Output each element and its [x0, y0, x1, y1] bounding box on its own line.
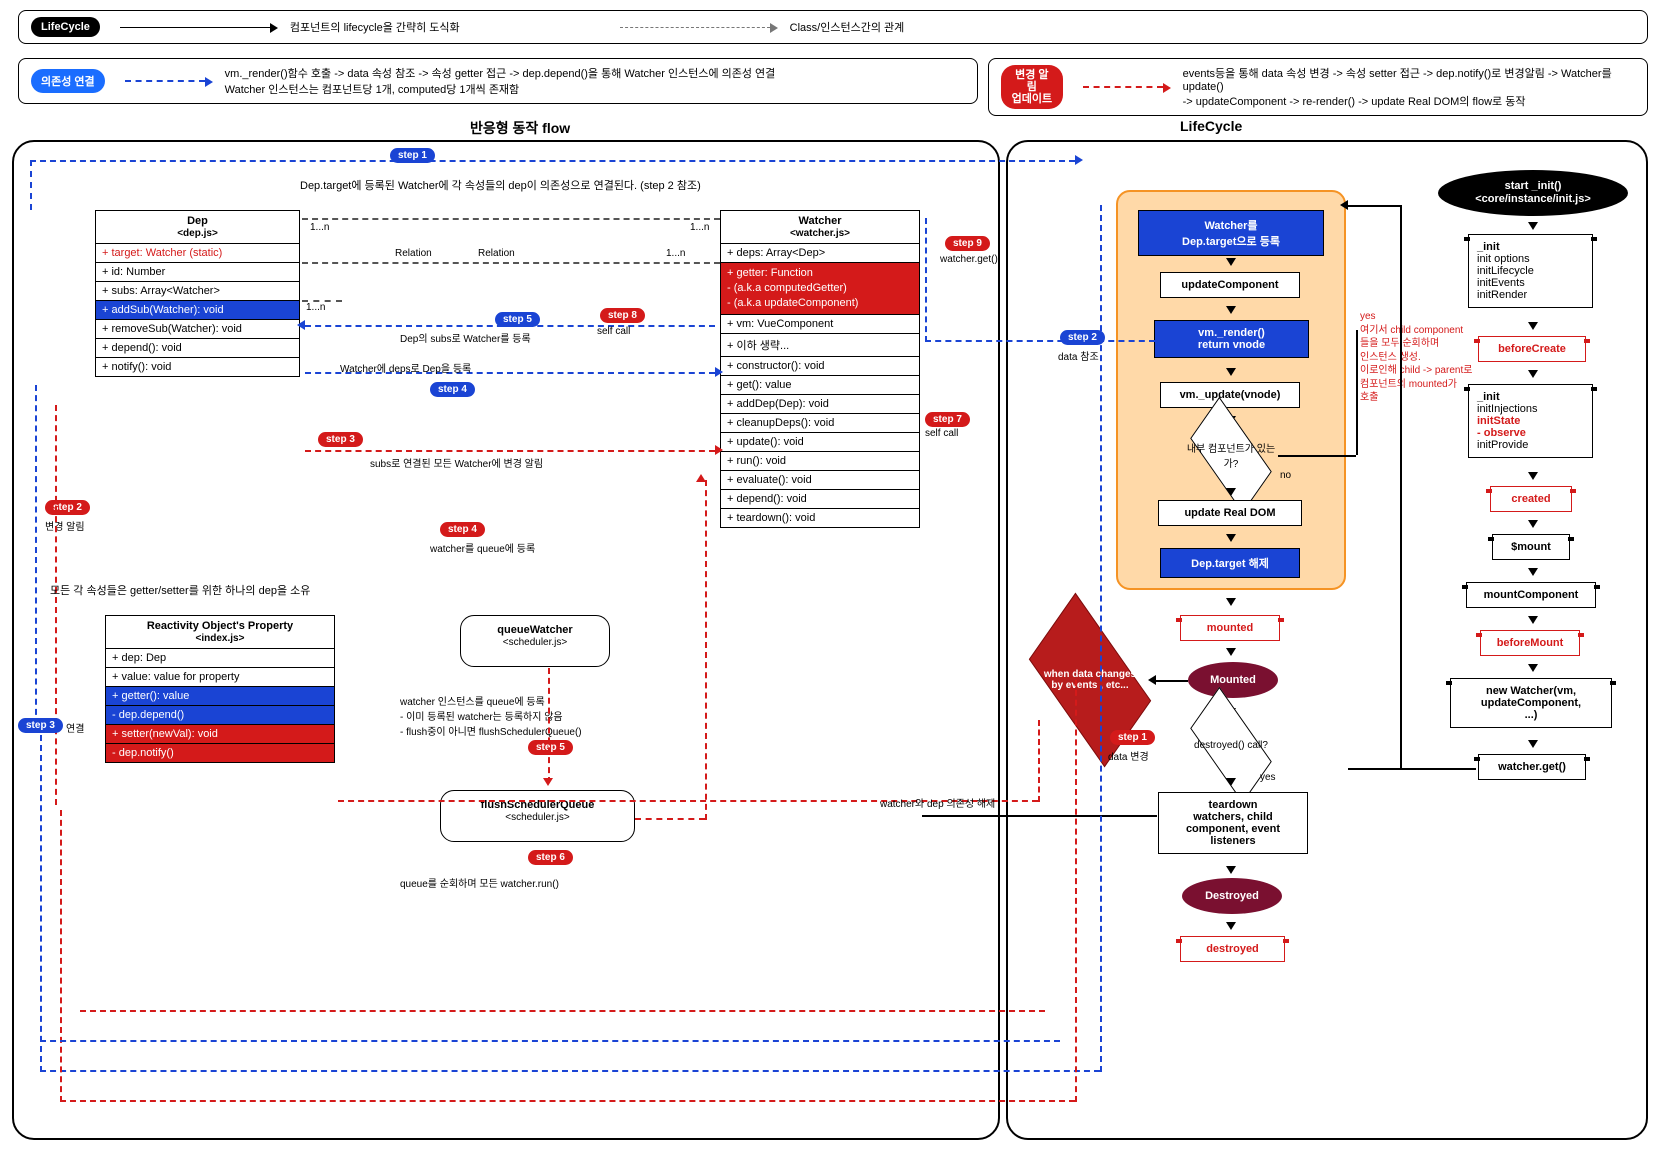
- lc-yes: yes: [1260, 772, 1276, 783]
- step3-note: 연결: [66, 720, 84, 735]
- lc-mount: $mount: [1492, 534, 1570, 560]
- lc-mountComponent: mountComponent: [1466, 582, 1596, 608]
- step4-badge: step 4: [430, 382, 475, 397]
- lc-uc: updateComponent: [1160, 272, 1300, 298]
- lc-real: update Real DOM: [1158, 500, 1302, 526]
- one-n-2: 1...n: [690, 222, 709, 233]
- dashed-arrow-icon: [620, 27, 770, 28]
- lifecycle-pill: LifeCycle: [31, 17, 100, 37]
- queue-notes: watcher 인스턴스를 queue에 등록- 이미 등록된 watcher는…: [400, 680, 582, 740]
- lc-teardown: teardown watchers, child component, even…: [1158, 792, 1308, 854]
- queue-watcher: queueWatcher<scheduler.js>: [460, 615, 610, 667]
- solid-arrow-icon: [120, 27, 270, 28]
- rstep1-badge: step 1: [1110, 730, 1155, 745]
- step2-right-note: data 참조: [1058, 348, 1099, 363]
- dep-pill: 의존성 연결: [31, 69, 105, 93]
- lc-release: Dep.target 해제: [1160, 548, 1300, 578]
- rstep5-badge: step 5: [528, 740, 573, 755]
- legend-row3: 변경 알림 업데이트 events등을 통해 data 속성 변경 -> 속성 …: [988, 58, 1648, 116]
- lc-newWatcher: new Watcher(vm, updateComponent, ...): [1450, 678, 1612, 728]
- own-note: 모든 각 속성들은 getter/setter를 위한 하나의 dep을 소유: [50, 582, 390, 598]
- step8-note: self call: [597, 326, 630, 337]
- legend-upd-text: events등을 통해 data 속성 변경 -> 속성 setter 접근 -…: [1183, 65, 1635, 109]
- rstep3-badge: step 3: [318, 432, 363, 447]
- rstep6-badge: step 6: [528, 850, 573, 865]
- lc-destroyed-label: destroyed: [1180, 936, 1285, 962]
- step2-right-badge: step 2: [1060, 330, 1105, 345]
- lc-mounted-oval: Mounted: [1188, 662, 1278, 698]
- rstep3-note: subs로 연결된 모든 Watcher에 변경 알림: [370, 455, 543, 470]
- lc-beforeCreate: beforeCreate: [1478, 336, 1586, 362]
- yes-note: yes 여기서 child component 들을 모두 순회하며 인스턴스 …: [1360, 310, 1472, 405]
- lc-mounted-label: mounted: [1180, 615, 1280, 641]
- lc-upd: vm._update(vnode): [1160, 382, 1300, 408]
- relation-1: Relation: [395, 248, 432, 259]
- lc-watcher-get: watcher.get(): [1478, 754, 1586, 780]
- lc-init2: _init initInjections initState - observe…: [1468, 384, 1593, 458]
- lc-beforeMount: beforeMount: [1480, 630, 1580, 656]
- rstep7-note: self call: [925, 428, 958, 439]
- rstep2-badge: step 2: [45, 500, 90, 515]
- flush-queue: flushSchedulerQueue<scheduler.js>: [440, 790, 635, 842]
- step3-badge: step 3: [18, 718, 63, 733]
- lc-created: created: [1490, 486, 1572, 512]
- one-n-3: 1...n: [666, 248, 685, 259]
- red-arrow-icon: [1083, 86, 1163, 88]
- step8-badge: step 8: [600, 308, 645, 323]
- section-title-lifecycle: LifeCycle: [1180, 118, 1242, 134]
- rstep7-badge: step 7: [925, 412, 970, 427]
- lc-change: when data changes by events , etc...: [1025, 640, 1155, 720]
- uml-dep: Dep<dep.js> + target: Watcher (static) +…: [95, 210, 300, 377]
- legend-class-text: Class/인스턴스간의 관계: [790, 19, 905, 35]
- lc-no: no: [1280, 470, 1291, 481]
- legend-lifecycle-text: 컴포넌트의 lifecycle을 간략히 도식화: [290, 19, 460, 35]
- legend-dep-text: vm._render()함수 호출 -> data 속성 참조 -> 속성 ge…: [225, 65, 776, 97]
- step1-badge: step 1: [390, 148, 435, 163]
- uml-watcher: Watcher<watcher.js> + deps: Array<Dep> +…: [720, 210, 920, 528]
- one-n-4: 1...n: [306, 302, 325, 313]
- rstep1-note: data 변경: [1108, 748, 1149, 763]
- legend-row1: LifeCycle 컴포넌트의 lifecycle을 간략히 도식화 Class…: [18, 10, 1648, 44]
- lc-start: start _init() <core/instance/init.js>: [1438, 170, 1628, 216]
- upd-pill: 변경 알림 업데이트: [1001, 65, 1063, 109]
- lc-reg: Watcher를 Dep.target으로 등록: [1138, 210, 1324, 256]
- lc-destroyed-oval: Destroyed: [1182, 878, 1282, 914]
- lc-diamond-inner: 내부 컴포넌트가 있는가?: [1186, 430, 1276, 480]
- flush-note: queue를 순회하며 모든 watcher.run(): [400, 875, 559, 890]
- cleanup-note: watcher와 dep 의존성 해제: [880, 795, 995, 810]
- lc-render: vm._render() return vnode: [1154, 320, 1309, 358]
- one-n-1: 1...n: [310, 222, 329, 233]
- relation-2: Relation: [478, 248, 515, 259]
- diagram-canvas: LifeCycle 컴포넌트의 lifecycle을 간략히 도식화 Class…: [0, 0, 1667, 1152]
- rstep4-note: watcher를 queue에 등록: [430, 540, 535, 555]
- lc-destroyed-q: destroyed() call?: [1186, 720, 1276, 770]
- step5-note: Dep의 subs로 Watcher를 등록: [400, 330, 531, 345]
- rstep9-note: watcher.get(): [940, 254, 998, 265]
- section-title-flow: 반응형 동작 flow: [470, 118, 570, 138]
- lc-init1: _init init options initLifecycle initEve…: [1468, 234, 1593, 308]
- step4-note: Watcher에 deps로 Dep을 등록: [340, 360, 471, 375]
- uml-reactivity: Reactivity Object's Property<index.js> +…: [105, 615, 335, 763]
- blue-arrow-icon: [125, 80, 205, 82]
- legend-row2: 의존성 연결 vm._render()함수 호출 -> data 속성 참조 -…: [18, 58, 978, 104]
- step1-note: Dep.target에 등록된 Watcher에 각 속성들의 dep이 의존성…: [300, 177, 701, 193]
- rstep4-badge: step 4: [440, 522, 485, 537]
- rstep2-note: 변경 알림: [45, 518, 85, 533]
- rstep9-badge: step 9: [945, 236, 990, 251]
